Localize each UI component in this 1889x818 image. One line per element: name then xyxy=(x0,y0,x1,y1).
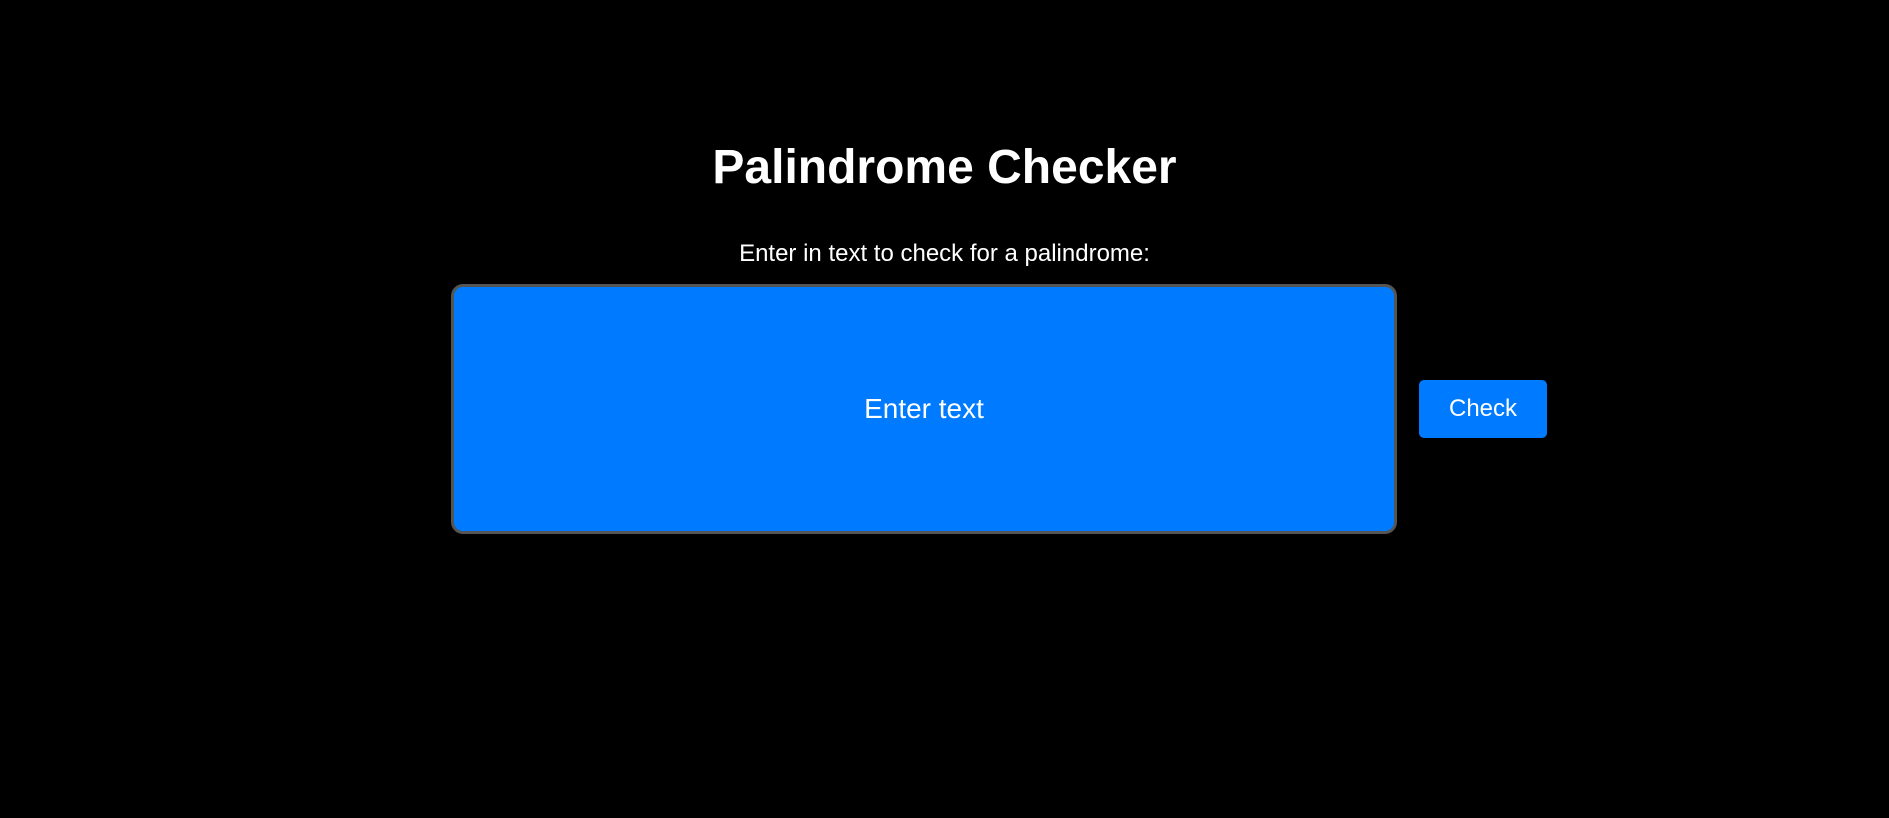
page: Palindrome Checker Enter in text to chec… xyxy=(0,0,1889,818)
input-prompt-label: Enter in text to check for a palindrome: xyxy=(739,240,1150,267)
palindrome-text-input[interactable] xyxy=(451,284,1397,534)
check-button[interactable]: Check xyxy=(1419,380,1547,438)
page-title: Palindrome Checker xyxy=(712,141,1177,194)
